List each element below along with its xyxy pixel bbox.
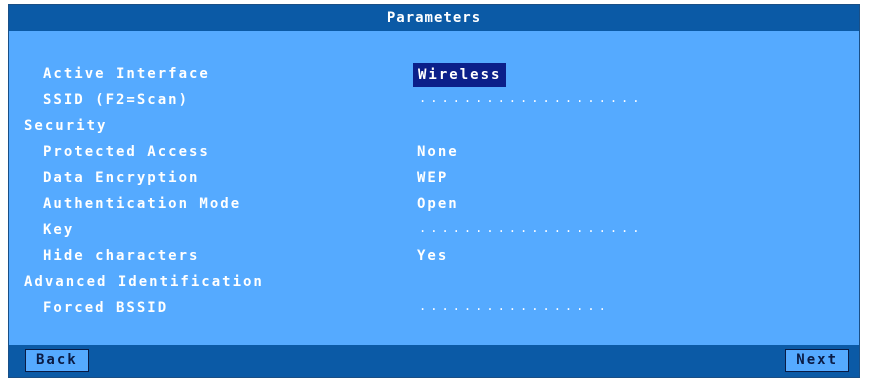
row-authentication-mode[interactable]: Authentication Mode Open (9, 191, 859, 217)
key-label: Key (43, 222, 75, 238)
security-header: Security (24, 118, 108, 134)
row-data-encryption[interactable]: Data Encryption WEP (9, 165, 859, 191)
advanced-identification-header: Advanced Identification (24, 274, 264, 290)
data-encryption-value[interactable]: WEP (417, 165, 448, 191)
row-key[interactable]: Key .................... (9, 217, 859, 243)
authentication-mode-label: Authentication Mode (43, 196, 242, 212)
active-interface-label: Active Interface (43, 66, 210, 82)
data-encryption-label: Data Encryption (43, 170, 200, 186)
parameters-window: Parameters Active Interface Wireless SSI… (8, 4, 860, 378)
hide-characters-label: Hide characters (43, 248, 200, 264)
forced-bssid-input[interactable]: ................. (419, 293, 610, 319)
back-button[interactable]: Back (25, 349, 89, 372)
row-protected-access[interactable]: Protected Access None (9, 139, 859, 165)
hide-characters-value[interactable]: Yes (417, 243, 448, 269)
row-forced-bssid[interactable]: Forced BSSID ................. (9, 295, 859, 321)
active-interface-value[interactable]: Wireless (413, 63, 507, 87)
protected-access-value[interactable]: None (417, 139, 459, 165)
key-input[interactable]: .................... (419, 215, 644, 241)
protected-access-label: Protected Access (43, 144, 210, 160)
security-section: Security (9, 113, 859, 139)
row-hide-characters[interactable]: Hide characters Yes (9, 243, 859, 269)
authentication-mode-value[interactable]: Open (417, 191, 459, 217)
footer-bar: Back Next (9, 345, 859, 377)
row-ssid[interactable]: SSID (F2=Scan) .................... (9, 87, 859, 113)
next-button[interactable]: Next (785, 349, 849, 372)
advanced-section: Advanced Identification (9, 269, 859, 295)
row-active-interface[interactable]: Active Interface Wireless (9, 61, 859, 87)
window-title: Parameters (9, 5, 859, 31)
forced-bssid-label: Forced BSSID (43, 300, 169, 316)
ssid-label: SSID (F2=Scan) (43, 92, 190, 108)
ssid-input[interactable]: .................... (419, 85, 644, 111)
